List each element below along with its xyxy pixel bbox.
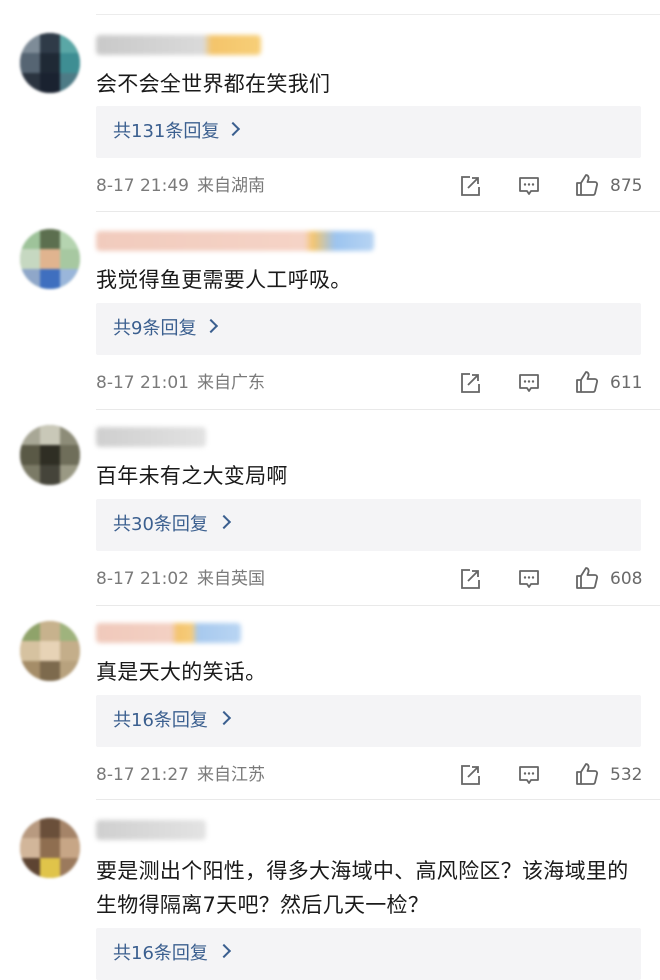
view-replies-link[interactable]: 共16条回复: [113, 928, 208, 980]
comment-date: 8-17 21:27: [96, 765, 189, 785]
chevron-right-icon: [216, 514, 232, 530]
avatar[interactable]: [20, 229, 80, 289]
comment-meta: 8-17 21:02 来自英国 608: [96, 563, 642, 595]
thumbs-up-icon[interactable]: [574, 369, 600, 395]
comment-text: 我觉得鱼更需要人工呼吸。: [96, 268, 352, 292]
replies-box[interactable]: 共16条回复: [96, 695, 641, 747]
comment-icon[interactable]: [517, 567, 541, 591]
comment-location: 来自广东: [196, 373, 265, 393]
comment-date: 8-17 21:49: [96, 176, 189, 196]
thumbs-up-icon[interactable]: [574, 172, 600, 198]
like-count: 611: [610, 373, 643, 393]
comment-icon[interactable]: [517, 174, 541, 198]
comment-date: 8-17 21:02: [96, 569, 189, 589]
replies-box[interactable]: 共9条回复: [96, 303, 641, 355]
like-count: 875: [610, 176, 643, 196]
timestamp: 8-17 21:01 来自广东: [96, 367, 265, 399]
comment-feed: 会不会全世界都在笑我们 共131条回复 8-17 21:49 来自湖南 875: [0, 0, 660, 980]
chevron-right-icon: [216, 943, 232, 959]
avatar[interactable]: [20, 818, 80, 878]
comment-text: 要是测出个阳性，得多大海域中、高风险区？该海域里的生物得隔离7天吧？然后几天一检…: [96, 859, 629, 917]
comment-location: 来自江苏: [196, 765, 265, 785]
comment-text: 百年未有之大变局啊: [96, 464, 288, 488]
username-blurred[interactable]: [96, 427, 206, 447]
timestamp: 8-17 21:02 来自英国: [96, 563, 265, 595]
chevron-right-icon: [216, 710, 232, 726]
comment-meta: 8-17 21:49 来自湖南 875: [96, 170, 642, 202]
avatar[interactable]: [20, 33, 80, 93]
replies-box[interactable]: 共16条回复: [96, 928, 641, 980]
comment-meta: 8-17 21:01 来自广东 611: [96, 367, 642, 399]
comment-icon[interactable]: [517, 371, 541, 395]
top-divider: [96, 14, 660, 15]
username-blurred[interactable]: [96, 820, 206, 840]
view-replies-link[interactable]: 共131条回复: [113, 106, 219, 158]
avatar[interactable]: [20, 621, 80, 681]
view-replies-link[interactable]: 共16条回复: [113, 695, 208, 747]
view-replies-link[interactable]: 共9条回复: [113, 303, 196, 355]
username-blurred[interactable]: [96, 35, 261, 55]
comment-text: 真是天大的笑话。: [96, 660, 267, 684]
comment-divider: [96, 799, 660, 800]
view-replies-link[interactable]: 共30条回复: [113, 499, 208, 551]
share-icon[interactable]: [458, 174, 482, 198]
thumbs-up-icon[interactable]: [574, 565, 600, 591]
like-count: 532: [610, 765, 643, 785]
comment-text: 会不会全世界都在笑我们: [96, 72, 331, 96]
avatar[interactable]: [20, 425, 80, 485]
share-icon[interactable]: [458, 371, 482, 395]
timestamp: 8-17 21:27 来自江苏: [96, 759, 265, 791]
replies-box[interactable]: 共131条回复: [96, 106, 641, 158]
username-blurred[interactable]: [96, 231, 374, 251]
share-icon[interactable]: [458, 567, 482, 591]
share-icon[interactable]: [458, 763, 482, 787]
thumbs-up-icon[interactable]: [574, 761, 600, 787]
comment-meta: 8-17 21:27 来自江苏 532: [96, 759, 642, 791]
comment-divider: [96, 605, 660, 606]
replies-box[interactable]: 共30条回复: [96, 499, 641, 551]
comment-icon[interactable]: [517, 763, 541, 787]
chevron-right-icon: [203, 318, 219, 334]
comment-divider: [96, 409, 660, 410]
username-blurred[interactable]: [96, 623, 241, 643]
timestamp: 8-17 21:49 来自湖南: [96, 170, 265, 202]
like-count: 608: [610, 569, 643, 589]
comment-date: 8-17 21:01: [96, 373, 189, 393]
comment-divider: [96, 211, 660, 212]
chevron-right-icon: [225, 121, 241, 137]
comment-location: 来自英国: [196, 569, 265, 589]
comment-location: 来自湖南: [196, 176, 265, 196]
